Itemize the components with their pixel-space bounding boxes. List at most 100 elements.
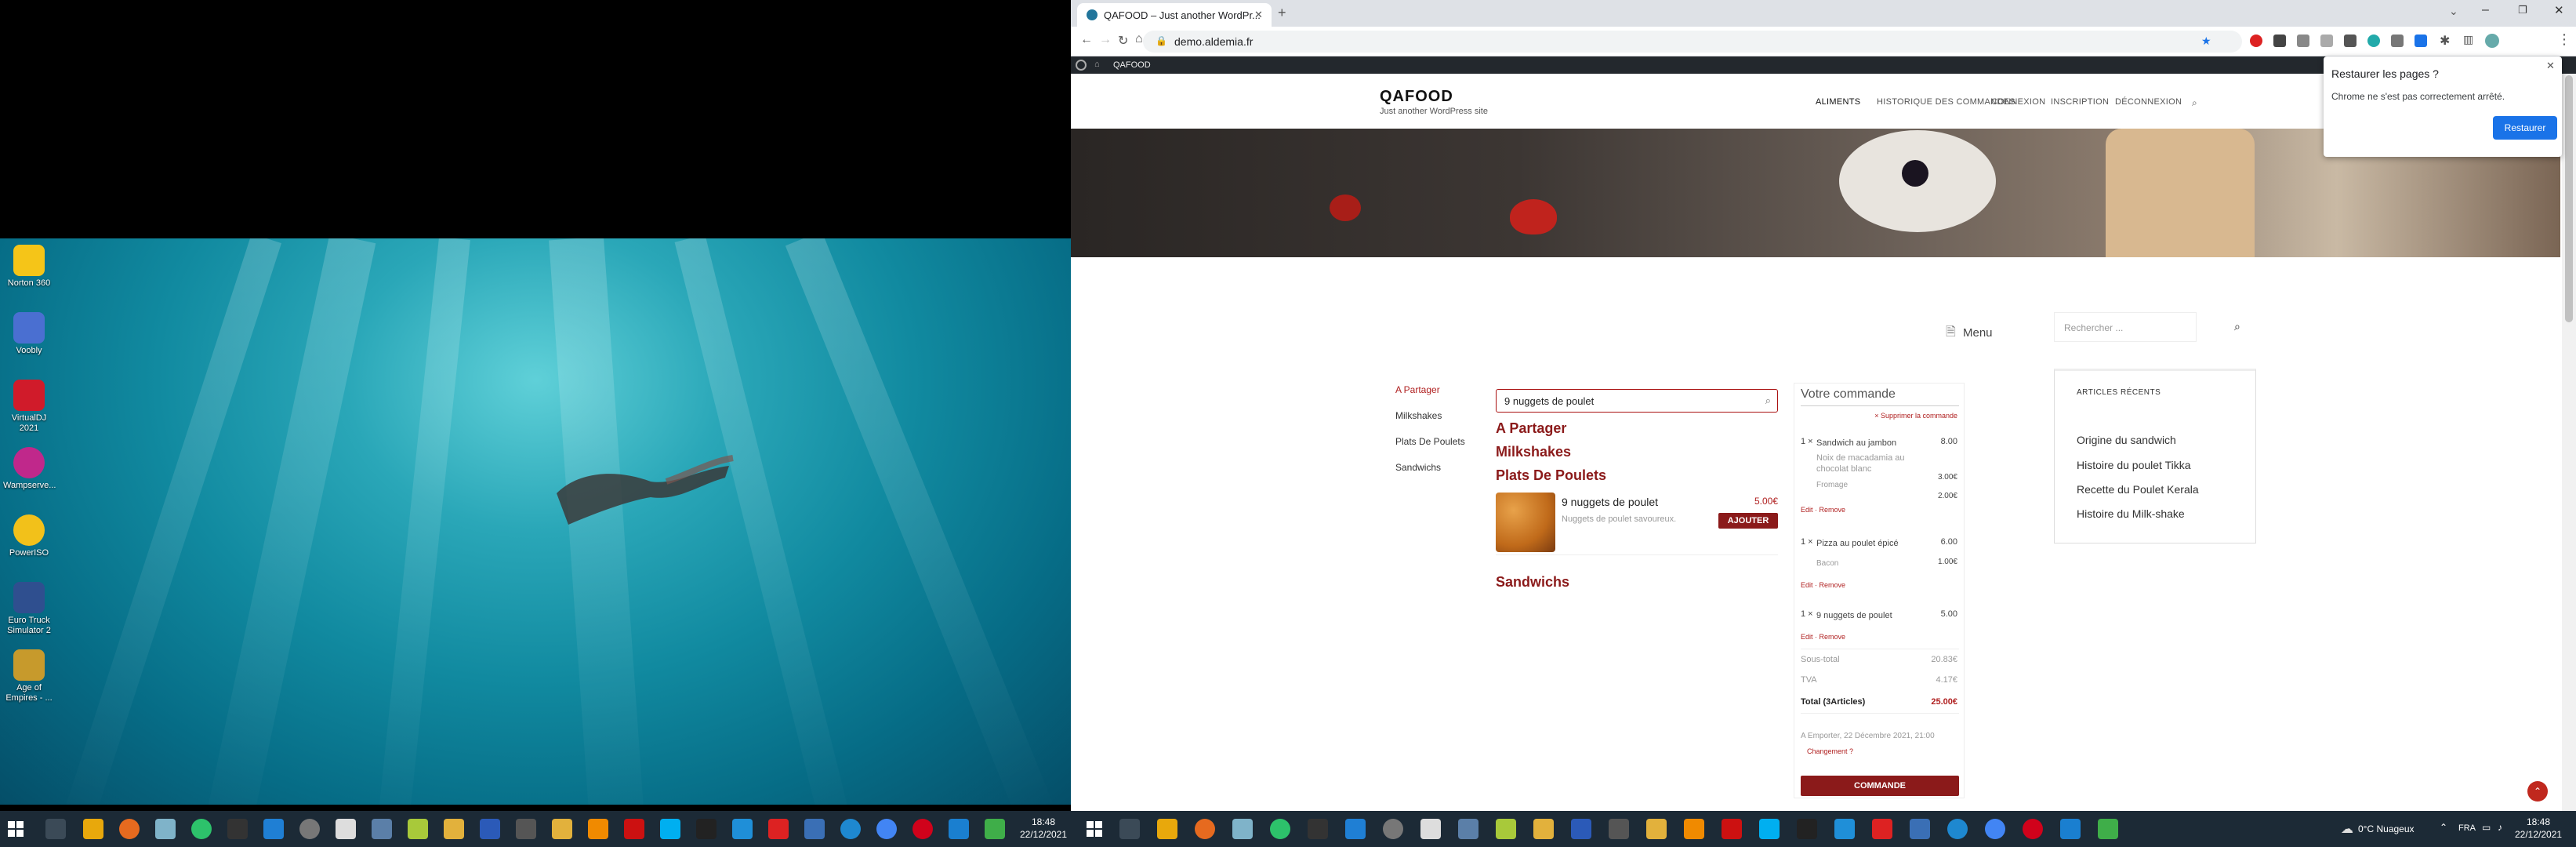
new-tab-icon[interactable]: + xyxy=(1278,5,1286,21)
wordpress-icon[interactable] xyxy=(1076,60,1087,71)
volume-icon[interactable]: ♪ xyxy=(2498,822,2502,833)
settings-icon[interactable] xyxy=(1383,819,1403,839)
app-icon[interactable] xyxy=(696,819,717,839)
clear-order-link[interactable]: × Supprimer la commande xyxy=(1874,412,1957,420)
extension-icon[interactable] xyxy=(2367,35,2380,47)
desktop-icon-aoe[interactable]: Age of Empires - ... xyxy=(3,649,55,703)
app-icon[interactable] xyxy=(1420,819,1441,839)
wp-site-link[interactable]: QAFOOD xyxy=(1113,60,1151,70)
app-icon[interactable] xyxy=(444,819,464,839)
chevron-up-icon[interactable]: ⌃ xyxy=(2440,822,2447,833)
change-link[interactable]: Changement ? xyxy=(1807,747,1853,755)
word-icon[interactable] xyxy=(1571,819,1591,839)
desktop-icon-poweriso[interactable]: PowerISO xyxy=(3,514,55,558)
recent-post-link[interactable]: Histoire du poulet Tikka xyxy=(2077,459,2191,471)
chrome-icon[interactable] xyxy=(1985,819,2005,839)
category-plats-poulets[interactable]: Plats De Poulets xyxy=(1395,436,1465,447)
skype-icon[interactable] xyxy=(1759,819,1780,839)
reload-icon[interactable]: ↻ xyxy=(1118,33,1128,49)
extension-icon[interactable] xyxy=(2344,35,2356,47)
app-icon[interactable] xyxy=(1609,819,1629,839)
desktop-icon-voobly[interactable]: Voobly xyxy=(3,312,55,356)
add-button[interactable]: AJOUTER xyxy=(1718,513,1778,529)
app-icon[interactable] xyxy=(1458,819,1478,839)
category-a-partager[interactable]: A Partager xyxy=(1395,384,1440,395)
task-view-icon[interactable] xyxy=(45,819,66,839)
recent-post-link[interactable]: Origine du sandwich xyxy=(2077,434,2176,446)
recent-post-link[interactable]: Recette du Poulet Kerala xyxy=(2077,483,2199,496)
app-icon[interactable] xyxy=(2060,819,2081,839)
edge-icon[interactable] xyxy=(840,819,861,839)
terminal-icon[interactable] xyxy=(1308,819,1328,839)
close-icon[interactable]: ✕ xyxy=(2546,60,2555,72)
close-tab-icon[interactable]: ✕ xyxy=(1254,9,1263,21)
notepad-icon[interactable] xyxy=(408,819,428,839)
language-indicator[interactable]: FRA xyxy=(2458,823,2476,833)
app-icon[interactable] xyxy=(1910,819,1930,839)
word-icon[interactable] xyxy=(480,819,500,839)
extension-icon[interactable] xyxy=(2297,35,2309,47)
bookmark-star-icon[interactable]: ★ xyxy=(2201,35,2211,48)
tab-search-icon[interactable]: ⌄ xyxy=(2449,5,2458,18)
minimize-icon[interactable]: – xyxy=(2482,3,2489,17)
vscode-icon[interactable] xyxy=(263,819,284,839)
app-icon[interactable] xyxy=(1834,819,1855,839)
search-icon[interactable]: ⌕ xyxy=(2234,320,2240,333)
windows-start-icon[interactable] xyxy=(1085,820,1104,838)
desktop-icon-norton[interactable]: Norton 360 xyxy=(3,245,55,289)
restore-button[interactable]: Restaurer xyxy=(2493,116,2557,140)
vlc-icon[interactable] xyxy=(1684,819,1704,839)
sidepanel-icon[interactable]: ▥ xyxy=(2463,33,2473,46)
puzzle-icon[interactable]: ✱ xyxy=(2440,33,2450,49)
section-milkshakes[interactable]: Milkshakes xyxy=(1496,444,1571,460)
edge-icon[interactable] xyxy=(1947,819,1968,839)
opera-icon[interactable] xyxy=(2023,819,2043,839)
menu-search-input[interactable]: 9 nuggets de poulet ⌕ xyxy=(1496,389,1778,413)
search-icon[interactable]: ⌕ xyxy=(1765,394,1771,407)
netflix-icon[interactable] xyxy=(624,819,644,839)
app-icon[interactable] xyxy=(1872,819,1892,839)
extension-icon[interactable] xyxy=(2391,35,2404,47)
network-icon[interactable]: ▭ xyxy=(2482,822,2491,833)
edit-remove-link[interactable]: Edit · Remove xyxy=(1801,581,1845,589)
home-icon[interactable]: ⌂ xyxy=(1135,32,1143,46)
firefox-icon[interactable] xyxy=(119,819,140,839)
chrome-icon[interactable] xyxy=(876,819,897,839)
settings-icon[interactable] xyxy=(299,819,320,839)
folder-icon[interactable] xyxy=(552,819,572,839)
firefox-icon[interactable] xyxy=(1195,819,1215,839)
nav-inscription[interactable]: INSCRIPTION xyxy=(2051,97,2109,107)
browser-tab[interactable]: QAFOOD – Just another WordPr... ✕ xyxy=(1077,3,1272,27)
clock-left[interactable]: 18:48 22/12/2021 xyxy=(1019,816,1068,841)
spotify-icon[interactable] xyxy=(191,819,212,839)
sidebar-search-input[interactable]: Rechercher ... xyxy=(2054,312,2197,342)
section-a-partager[interactable]: A Partager xyxy=(1496,420,1566,437)
maximize-icon[interactable]: ❐ xyxy=(2518,4,2527,16)
desktop-icon-virtualdj[interactable]: VirtualDJ 2021 xyxy=(3,380,55,434)
app-icon[interactable] xyxy=(372,819,392,839)
folder-icon[interactable] xyxy=(1646,819,1667,839)
category-sandwichs[interactable]: Sandwichs xyxy=(1395,462,1441,473)
extension-icon[interactable] xyxy=(2250,35,2262,47)
app-icon[interactable] xyxy=(2098,819,2118,839)
site-title[interactable]: QAFOOD xyxy=(1380,88,1453,106)
terminal-icon[interactable] xyxy=(227,819,248,839)
product-name[interactable]: 9 nuggets de poulet xyxy=(1562,496,1658,508)
category-milkshakes[interactable]: Milkshakes xyxy=(1395,410,1442,421)
app-icon[interactable] xyxy=(1533,819,1554,839)
nav-deconnexion[interactable]: DÉCONNEXION xyxy=(2115,97,2182,107)
recent-post-link[interactable]: Histoire du Milk-shake xyxy=(2077,507,2185,520)
extension-icon[interactable] xyxy=(2320,35,2333,47)
store-icon[interactable] xyxy=(83,819,103,839)
store-icon[interactable] xyxy=(1157,819,1177,839)
edit-remove-link[interactable]: Edit · Remove xyxy=(1801,506,1845,514)
app-icon[interactable] xyxy=(768,819,789,839)
section-plats-poulets[interactable]: Plats De Poulets xyxy=(1496,467,1606,484)
checkout-button[interactable]: COMMANDE xyxy=(1801,776,1959,796)
section-sandwichs[interactable]: Sandwichs xyxy=(1496,574,1569,591)
page-scrollbar[interactable] xyxy=(2562,74,2576,847)
extension-icon[interactable] xyxy=(2273,35,2286,47)
search-icon[interactable]: ⌕ xyxy=(2192,97,2197,109)
app-icon[interactable] xyxy=(804,819,825,839)
skype-icon[interactable] xyxy=(660,819,680,839)
